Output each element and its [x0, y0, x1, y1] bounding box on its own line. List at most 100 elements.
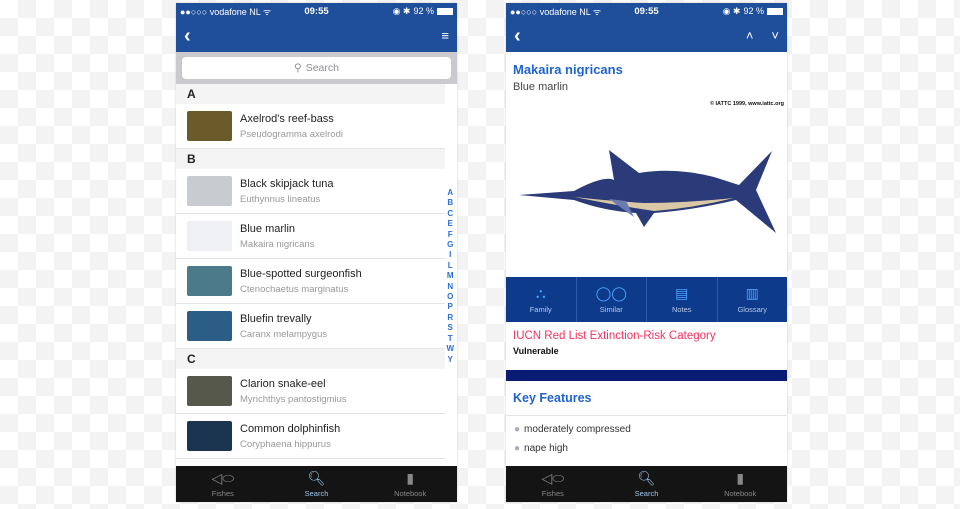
index-letter[interactable]: I [446, 250, 454, 260]
tab-fishes[interactable]: ◁⬭ Fishes [176, 466, 270, 502]
section-header: B [176, 149, 445, 169]
fish-thumbnail [187, 376, 232, 406]
tab-label: Fishes [211, 489, 234, 498]
index-letter[interactable]: P [446, 302, 454, 312]
fish-name: Common dolphinfish [240, 422, 341, 435]
index-letter[interactable]: G [446, 240, 454, 250]
list-item[interactable]: Blue-spotted surgeonfish Ctenochaetus mar… [176, 259, 445, 304]
bullet-icon: ● [514, 443, 521, 454]
glossary-icon: ▥ [745, 285, 759, 301]
status-right: ◉ ✱ 92 % [393, 6, 453, 17]
battery-text: 92 % [743, 6, 764, 16]
notes-button[interactable]: ▤ Notes [647, 277, 718, 322]
feature-text: moderately compressed [524, 424, 631, 435]
index-letter[interactable]: R [446, 313, 454, 323]
tab-notebook[interactable]: ▮ Notebook [363, 466, 457, 502]
index-letter[interactable]: M [446, 271, 454, 281]
search-icon: ⚲ [294, 62, 302, 74]
feature-item: ● nape high [506, 435, 787, 454]
fish-thumbnail [187, 421, 232, 451]
feature-item: ● moderately compressed [506, 416, 787, 435]
index-letter[interactable]: S [446, 323, 454, 333]
fish-thumbnail [187, 176, 232, 206]
fish-scientific-name: Myrichthys pantostigmius [240, 393, 347, 405]
index-letter[interactable]: N [446, 282, 454, 292]
clock: 09:55 [634, 5, 659, 17]
section-header: A [176, 84, 445, 104]
key-features-title: Key Features [506, 381, 787, 416]
blue-marlin-image [519, 149, 776, 233]
fish-name: Clarion snake-eel [240, 377, 326, 390]
sort-icon[interactable]: ≡ [441, 28, 449, 43]
section-header: C [176, 349, 445, 369]
fish-thumbnail [187, 111, 232, 141]
list-item[interactable]: Blue marlin Makaira nigricans [176, 214, 445, 259]
carrier-name: vodafone NL [539, 6, 591, 17]
fish-scientific-name: Coryphaena hippurus [240, 438, 331, 450]
index-letter[interactable]: B [446, 198, 454, 208]
list-item[interactable]: Axelrod's reef-bass Pseudogramma axelrodi [176, 104, 445, 149]
index-letter[interactable]: W [446, 344, 454, 354]
fish-name: Blue-spotted surgeonfish [240, 267, 362, 280]
battery-icon [437, 7, 453, 15]
carrier-name: vodafone NL [209, 6, 261, 17]
nav-bar: ‹ ≡ [176, 19, 457, 52]
action-label: Family [529, 305, 552, 314]
search-bar: ⚲ Search [176, 52, 457, 84]
tab-search[interactable]: 🔍︎ Search [600, 466, 694, 502]
status-right: ◉ ✱ 92 % [723, 6, 783, 17]
similar-button[interactable]: ◯◯ Similar [577, 277, 647, 322]
family-tree-icon: ⛬ [535, 285, 546, 301]
tab-label: Search [634, 489, 659, 498]
fish-scientific-name: Ctenochaetus marginatus [240, 283, 349, 295]
search-icon: 🔍︎ [307, 470, 326, 486]
index-letter[interactable]: Y [446, 355, 454, 365]
carrier: ●●○○○ vodafone NL ᯤ [180, 6, 272, 17]
previous-icon[interactable]: ˄ [746, 28, 754, 43]
clock: 09:55 [304, 5, 329, 17]
action-label: Notes [671, 305, 692, 314]
tab-notebook[interactable]: ▮ Notebook [693, 466, 787, 502]
fish-scientific-name: Pseudogramma axelrodi [240, 128, 343, 140]
list-item[interactable]: Common dolphinfish Coryphaena hippurus [176, 414, 445, 459]
feature-text: nape high [524, 443, 568, 454]
back-button[interactable]: ‹ [184, 26, 191, 46]
index-letter[interactable]: L [446, 261, 454, 271]
alphabet-index[interactable]: ABCEFGILMNOPRSTWY [446, 188, 454, 365]
tab-bar: ◁⬭ Fishes 🔍︎ Search ▮ Notebook [506, 466, 787, 502]
action-label: Similar [599, 305, 623, 314]
tab-label: Notebook [724, 489, 757, 498]
tab-fishes[interactable]: ◁⬭ Fishes [506, 466, 600, 502]
fish-detail-screen: ●●○○○ vodafone NL ᯤ 09:55 ◉ ✱ 92 % ‹ ˄ ˅ … [506, 3, 787, 502]
tab-label: Fishes [541, 489, 564, 498]
fish-icon: ◁⬭ [541, 470, 565, 486]
index-letter[interactable]: A [446, 188, 454, 198]
list-item[interactable]: Bluefin trevally Caranx melampygus [176, 304, 445, 349]
index-letter[interactable]: T [446, 334, 454, 344]
index-letter[interactable]: E [446, 219, 454, 229]
list-item[interactable]: Black skipjack tuna Euthynnus lineatus [176, 169, 445, 214]
action-label: Glossary [737, 305, 768, 314]
index-letter[interactable]: F [446, 230, 454, 240]
family-button[interactable]: ⛬ Family [506, 277, 577, 322]
index-letter[interactable]: O [446, 292, 454, 302]
divider-bar [506, 370, 787, 381]
index-letter[interactable]: C [446, 209, 454, 219]
next-icon[interactable]: ˅ [771, 28, 779, 43]
action-bar: ⛬ Family ◯◯ Similar ▤ Notes ▥ Glossary [506, 277, 787, 322]
back-button[interactable]: ‹ [514, 26, 521, 46]
fish-illustration [506, 107, 787, 277]
image-credit: © IATTC 1999, www.iattc.org [709, 101, 784, 107]
search-input[interactable]: ⚲ Search [182, 57, 451, 79]
glossary-button[interactable]: ▥ Glossary [718, 277, 788, 322]
fish-list[interactable]: A Axelrod's reef-bass Pseudogramma axelrod… [176, 84, 457, 459]
list-item[interactable]: Clarion snake-eel Myrichthys pantostigmiu… [176, 369, 445, 414]
status-bar: ●●○○○ vodafone NL ᯤ 09:55 ◉ ✱ 92 % [176, 3, 457, 19]
tab-search[interactable]: 🔍︎ Search [270, 466, 364, 502]
iucn-label: IUCN Red List Extinction-Risk Category [513, 330, 716, 342]
fish-scientific-name: Caranx melampygus [240, 328, 328, 340]
fish-name: Bluefin trevally [240, 312, 312, 325]
common-name: Blue marlin [513, 81, 569, 93]
nav-bar: ‹ ˄ ˅ [506, 19, 787, 52]
tab-label: Search [304, 489, 329, 498]
